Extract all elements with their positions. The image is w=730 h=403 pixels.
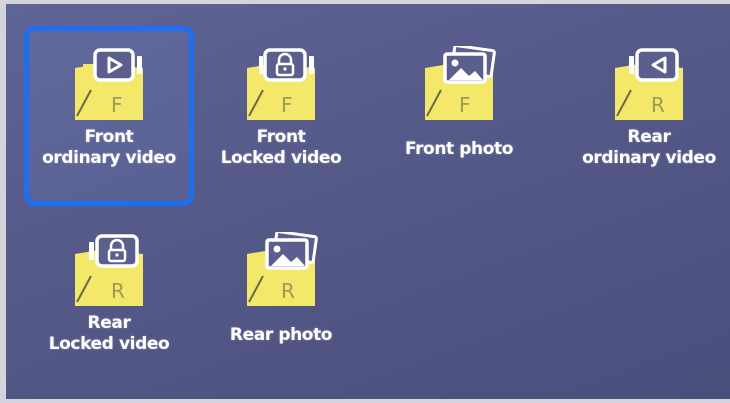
folder-front-ordinary-video[interactable]: F Front ordinary video [24, 26, 194, 206]
svg-text:F: F [111, 93, 123, 117]
photo-folder-icon: R [247, 232, 318, 306]
svg-text:F: F [281, 93, 293, 117]
video-folder-icon: F [75, 48, 143, 120]
lock-folder-icon: F [247, 48, 315, 120]
folder-label: Front photo [404, 139, 514, 159]
folder-front-locked-video[interactable]: F Front Locked video [196, 26, 366, 206]
file-browser-screen: F Front ordinary video F Front Locked vi… [6, 4, 730, 399]
photo-folder-icon: F [425, 46, 496, 120]
folder-label: Front ordinary video [42, 127, 176, 168]
video-folder-icon: R [615, 48, 683, 120]
svg-text:R: R [651, 93, 665, 117]
folder-label: Front Locked video [220, 127, 342, 168]
lock-folder-icon: R [75, 234, 143, 306]
folder-rear-photo[interactable]: R Rear photo [196, 212, 366, 392]
folder-label: Rear photo [229, 325, 333, 345]
svg-text:F: F [459, 93, 471, 117]
svg-text:R: R [281, 279, 295, 303]
svg-text:R: R [111, 279, 125, 303]
folder-label: Rear ordinary video [582, 127, 716, 168]
folder-rear-ordinary-video[interactable]: R Rear ordinary video [564, 26, 730, 206]
folder-label: Rear Locked video [48, 313, 170, 354]
folder-front-photo[interactable]: F Front photo [374, 26, 544, 206]
folder-rear-locked-video[interactable]: R Rear Locked video [24, 212, 194, 392]
